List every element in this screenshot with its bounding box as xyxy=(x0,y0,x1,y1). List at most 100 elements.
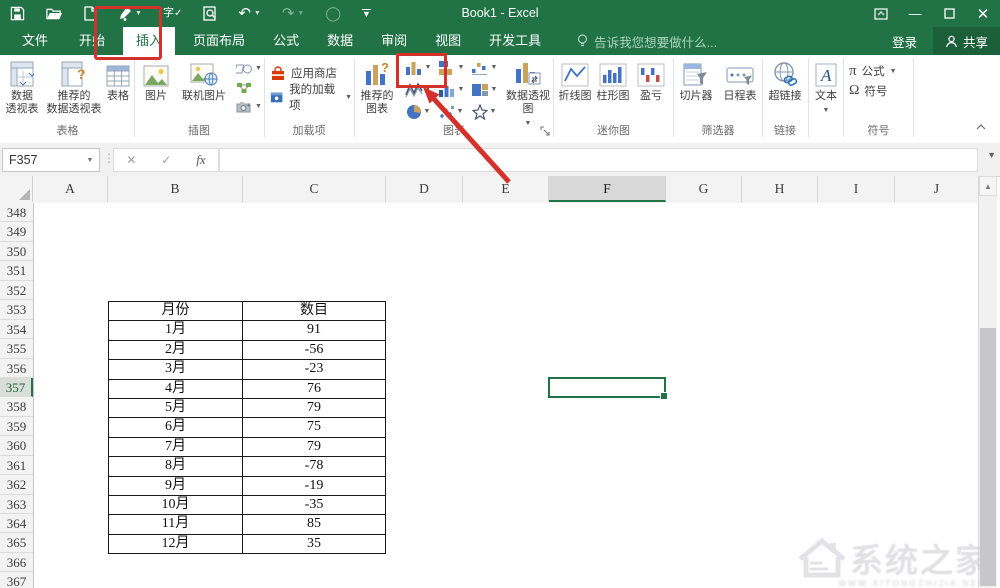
table-button[interactable]: 表格 xyxy=(104,57,132,119)
text-button[interactable]: A 文本 ▼ xyxy=(810,57,842,119)
insert-waterfall-chart-button[interactable]: ▼ xyxy=(468,57,500,78)
timeline-button[interactable]: 日程表 xyxy=(719,57,761,119)
tab-view[interactable]: 视图 xyxy=(425,27,471,55)
shapes-button[interactable]: ▼ xyxy=(236,60,262,77)
expand-formula-bar-icon[interactable]: ▼ xyxy=(987,150,996,160)
sign-in-button[interactable]: 登录 xyxy=(892,32,917,51)
cell-month[interactable]: 2月 xyxy=(109,340,243,359)
insert-column-chart-button[interactable]: ▼ xyxy=(402,57,434,78)
sparkline-winloss-button[interactable]: 盈亏 xyxy=(635,57,667,119)
cell-month[interactable]: 6月 xyxy=(109,418,243,437)
row-header-349[interactable]: 349 xyxy=(0,222,33,241)
slicer-button[interactable]: 切片器 xyxy=(675,57,717,119)
insert-bar-chart-button[interactable]: ▼ xyxy=(435,57,467,78)
row-header-364[interactable]: 364 xyxy=(0,514,33,533)
minimize-button[interactable]: — xyxy=(898,0,932,27)
tab-insert[interactable]: 插入 xyxy=(123,27,175,55)
insert-function-icon[interactable]: fx xyxy=(196,152,205,168)
tab-file[interactable]: 文件 xyxy=(9,27,61,55)
cell-month[interactable]: 1月 xyxy=(109,321,243,340)
insert-hierarchy-chart-button[interactable]: ▼ xyxy=(468,79,500,100)
sparkline-line-button[interactable]: 折线图 xyxy=(557,57,593,119)
row-header-362[interactable]: 362 xyxy=(0,475,33,494)
sparkline-column-button[interactable]: 柱形图 xyxy=(595,57,631,119)
insert-radar-chart-button[interactable]: ▼ xyxy=(468,101,500,122)
tell-me-box[interactable]: 告诉我您想要做什么... xyxy=(577,27,717,55)
row-header-353[interactable]: 353 xyxy=(0,300,33,319)
cell-value[interactable]: 75 xyxy=(243,418,386,437)
pictures-button[interactable]: 图片 xyxy=(138,57,174,119)
fill-handle[interactable] xyxy=(660,392,668,400)
screenshot-button[interactable]: + ▼ xyxy=(236,98,262,115)
vertical-scrollbar[interactable]: ▲ xyxy=(978,176,997,588)
row-header-359[interactable]: 359 xyxy=(0,417,33,436)
column-header-A[interactable]: A xyxy=(33,176,108,202)
close-button[interactable]: ✕ xyxy=(966,0,1000,27)
column-header-E[interactable]: E xyxy=(463,176,549,202)
cell-value[interactable]: -35 xyxy=(243,496,386,515)
row-header-365[interactable]: 365 xyxy=(0,533,33,552)
tab-home[interactable]: 开始 xyxy=(69,27,115,55)
row-header-367[interactable]: 367 xyxy=(0,572,33,588)
enter-icon[interactable]: ✓ xyxy=(161,153,171,167)
insert-column-3d-chart-button[interactable]: ▼ xyxy=(435,79,467,100)
cell-value[interactable]: -23 xyxy=(243,360,386,379)
insert-scatter-chart-button[interactable]: ▼ xyxy=(435,101,467,122)
cell-month[interactable]: 8月 xyxy=(109,457,243,476)
column-header-F[interactable]: F xyxy=(549,176,666,202)
row-header-357[interactable]: 357 xyxy=(0,378,33,397)
tab-page-layout[interactable]: 页面布局 xyxy=(183,27,255,55)
insert-line-chart-button[interactable]: ▼ xyxy=(402,79,434,100)
cell-month[interactable]: 12月 xyxy=(109,534,243,553)
column-header-D[interactable]: D xyxy=(386,176,463,202)
scroll-up-arrow[interactable]: ▲ xyxy=(979,176,997,196)
name-box-dropdown[interactable]: ▼ xyxy=(81,157,99,164)
row-header-366[interactable]: 366 xyxy=(0,553,33,572)
symbol-button[interactable]: Ω 符号 xyxy=(849,81,887,101)
row-header-363[interactable]: 363 xyxy=(0,495,33,514)
cell-value[interactable]: 76 xyxy=(243,379,386,398)
row-header-354[interactable]: 354 xyxy=(0,320,33,339)
cell-month[interactable]: 3月 xyxy=(109,360,243,379)
sheet-grid[interactable]: 月份数目1月912月-563月-234月765月796月757月798月-789… xyxy=(34,203,979,588)
row-header-361[interactable]: 361 xyxy=(0,456,33,475)
row-header-358[interactable]: 358 xyxy=(0,397,33,416)
cell-value[interactable]: 79 xyxy=(243,437,386,456)
cancel-icon[interactable]: ✕ xyxy=(126,153,136,167)
column-header-H[interactable]: H xyxy=(742,176,818,202)
column-header-B[interactable]: B xyxy=(108,176,243,202)
online-pictures-button[interactable]: 联机图片 xyxy=(176,57,232,119)
cell-month[interactable]: 9月 xyxy=(109,476,243,495)
equation-button[interactable]: π 公式 ▼ xyxy=(849,61,897,81)
row-header-350[interactable]: 350 xyxy=(0,242,33,261)
row-header-351[interactable]: 351 xyxy=(0,261,33,280)
row-header-352[interactable]: 352 xyxy=(0,281,33,300)
tab-data[interactable]: 数据 xyxy=(317,27,363,55)
name-box[interactable]: F357 ▼ xyxy=(2,148,100,172)
cell-value[interactable]: -19 xyxy=(243,476,386,495)
column-header-C[interactable]: C xyxy=(243,176,386,202)
maximize-button[interactable] xyxy=(932,0,966,27)
scrollbar-thumb[interactable] xyxy=(980,328,996,586)
cell-month[interactable]: 5月 xyxy=(109,399,243,418)
row-header-360[interactable]: 360 xyxy=(0,436,33,455)
store-button[interactable]: 应用商店 xyxy=(270,63,337,83)
cell-month[interactable]: 11月 xyxy=(109,515,243,534)
cell-month[interactable]: 7月 xyxy=(109,437,243,456)
row-header-356[interactable]: 356 xyxy=(0,359,33,378)
tab-developer[interactable]: 开发工具 xyxy=(479,27,551,55)
cell-value[interactable]: -56 xyxy=(243,340,386,359)
row-header-348[interactable]: 348 xyxy=(0,203,33,222)
share-button[interactable]: 共享 xyxy=(933,27,1000,55)
pivotchart-button[interactable]: 数据透视图 ▼ xyxy=(504,57,552,119)
row-header-355[interactable]: 355 xyxy=(0,339,33,358)
cell-value[interactable]: 91 xyxy=(243,321,386,340)
cell-month[interactable]: 10月 xyxy=(109,496,243,515)
column-header-I[interactable]: I xyxy=(818,176,895,202)
table-header-value[interactable]: 数目 xyxy=(243,302,386,321)
insert-pie-chart-button[interactable]: ▼ xyxy=(402,101,434,122)
cell-value[interactable]: 85 xyxy=(243,515,386,534)
table-header-month[interactable]: 月份 xyxy=(109,302,243,321)
charts-dialog-launcher[interactable] xyxy=(540,123,550,141)
my-addins-button[interactable]: 我的加载项 ▼ xyxy=(270,87,352,107)
